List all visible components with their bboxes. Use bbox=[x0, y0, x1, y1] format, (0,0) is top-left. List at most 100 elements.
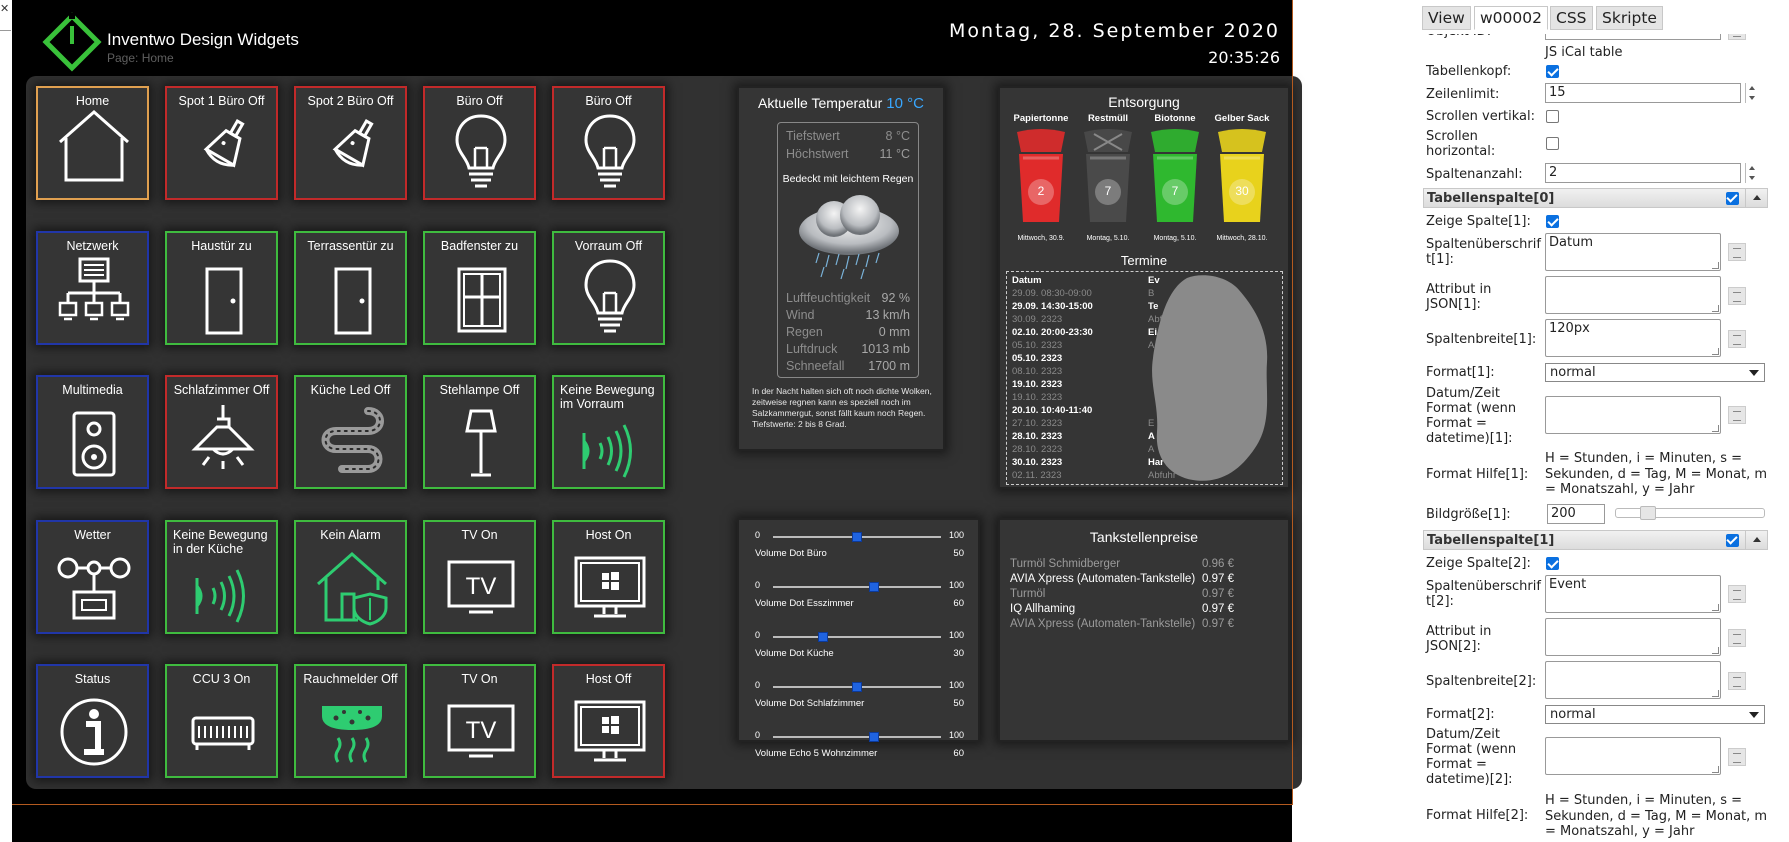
tile-buero2[interactable]: Büro Off bbox=[552, 86, 665, 200]
slider-handle[interactable] bbox=[818, 632, 829, 642]
section-enable-checkbox[interactable] bbox=[1726, 192, 1739, 205]
tile-bewegung-vorraum[interactable]: Keine Bewegung im Vorraum bbox=[552, 375, 665, 489]
tile-rauchmelder[interactable]: Rauchmelder Off bbox=[294, 664, 407, 778]
objekt-id-hint: JS iCal table bbox=[1545, 45, 1623, 60]
format-hilfe-2-label: Format Hilfe[2]: bbox=[1426, 808, 1529, 823]
spaltenbreite-2-input[interactable] bbox=[1545, 661, 1721, 699]
tile-alarm[interactable]: Kein Alarm bbox=[294, 520, 407, 634]
current-temperature: 10 °C bbox=[886, 95, 924, 112]
spaltenbreite-2-button[interactable] bbox=[1728, 672, 1746, 690]
tile-badfenster[interactable]: Badfenster zu bbox=[423, 231, 536, 345]
tile-bewegung-kueche[interactable]: Keine Bewegung in der Küche bbox=[165, 520, 278, 634]
spaltenbreite-1-input[interactable]: 120px bbox=[1545, 319, 1721, 357]
bildgroesse-1-input[interactable]: 200 bbox=[1547, 504, 1605, 524]
station-name: AVIA Xpress (Automaten-Tankstelle) bbox=[1010, 573, 1196, 585]
tile-wetter[interactable]: Wetter bbox=[36, 520, 149, 634]
tab-view[interactable]: View bbox=[1422, 6, 1471, 30]
zeilenlimit-spinner[interactable] bbox=[1745, 83, 1759, 103]
datetime-format-1-button[interactable] bbox=[1728, 406, 1746, 424]
section-tabellenspalte-0[interactable]: Tabellenspalte[0] bbox=[1423, 188, 1768, 208]
spaltenanzahl-label: Spaltenanzahl: bbox=[1426, 167, 1523, 182]
tile-netzwerk[interactable]: Netzwerk bbox=[36, 231, 149, 345]
attribut-1-input[interactable] bbox=[1545, 276, 1721, 314]
dashboard-canvas: Inventwo Design Widgets Page: Home Monta… bbox=[12, 0, 1302, 842]
tile-host1[interactable]: Host On bbox=[552, 520, 665, 634]
slider-handle[interactable] bbox=[852, 682, 862, 692]
min-temp-row: Tiefstwert 8 °C bbox=[786, 129, 910, 143]
tile-spot1[interactable]: Spot 1 Büro Off bbox=[165, 86, 278, 200]
tile-stehlampe[interactable]: Stehlampe Off bbox=[423, 375, 536, 489]
station-price: 0.97 € bbox=[1202, 603, 1234, 615]
format-hilfe-1-text: H = Stunden, i = Minuten, s = Sekunden, … bbox=[1545, 451, 1768, 497]
volume-max: 100 bbox=[948, 630, 964, 640]
attribut-1-button[interactable] bbox=[1728, 287, 1746, 305]
section-enable-checkbox[interactable] bbox=[1726, 534, 1739, 547]
tile-tv2[interactable]: TV On TV bbox=[423, 664, 536, 778]
slider-handle[interactable] bbox=[868, 732, 879, 742]
format-2-select[interactable]: normal bbox=[1545, 705, 1765, 724]
tile-host2[interactable]: Host Off bbox=[552, 664, 665, 778]
tile-tv1[interactable]: TV On TV bbox=[423, 520, 536, 634]
tile-vorraum[interactable]: Vorraum Off bbox=[552, 231, 665, 345]
volume-value: 50 bbox=[953, 548, 964, 559]
tile-schlafzimmer[interactable]: Schlafzimmer Off bbox=[165, 375, 278, 489]
time-display: 20:35:26 bbox=[1208, 48, 1280, 67]
min-temp-label: Tiefstwert bbox=[786, 129, 840, 143]
tab-skripte[interactable]: Skripte bbox=[1596, 6, 1663, 30]
section-tabellenspalte-1[interactable]: Tabellenspalte[1] bbox=[1423, 530, 1768, 550]
tab-widget[interactable]: w00002 bbox=[1474, 6, 1548, 30]
collapse-icon[interactable] bbox=[1745, 531, 1767, 549]
spaltenueberschrift-1-input[interactable]: Datum bbox=[1545, 233, 1721, 271]
tile-kueche-led[interactable]: Küche Led Off bbox=[294, 375, 407, 489]
collapse-icon[interactable] bbox=[1745, 189, 1767, 207]
row-date: 28.10. 2323 bbox=[1012, 444, 1063, 455]
tile-home[interactable]: Home bbox=[36, 86, 149, 200]
house-shield-icon bbox=[317, 551, 388, 626]
scroll-vertical-checkbox[interactable] bbox=[1546, 110, 1559, 123]
rain-label: Regen bbox=[786, 325, 823, 339]
datetime-format-2-button[interactable] bbox=[1728, 748, 1746, 766]
tile-haustuer[interactable]: Haustür zu bbox=[165, 231, 278, 345]
trash-bin-icon bbox=[1017, 129, 1065, 222]
scroll-horizontal-checkbox[interactable] bbox=[1546, 137, 1559, 150]
tile-spot2[interactable]: Spot 2 Büro Off bbox=[294, 86, 407, 200]
datetime-format-1-input[interactable] bbox=[1545, 396, 1721, 434]
close-icon[interactable]: ✕ bbox=[0, 2, 10, 16]
datetime-format-2-label: Datum/Zeit Format (wenn Format = datetim… bbox=[1426, 727, 1517, 787]
volume-max: 100 bbox=[948, 580, 964, 590]
slider-track[interactable] bbox=[773, 586, 941, 588]
slider-track[interactable] bbox=[773, 636, 941, 638]
bildgroesse-1-slider[interactable] bbox=[1615, 506, 1765, 520]
tile-multimedia[interactable]: Multimedia bbox=[36, 375, 149, 489]
station-price: 0.97 € bbox=[1202, 618, 1234, 630]
spaltenueberschrift-2-button[interactable] bbox=[1728, 585, 1746, 603]
tile-buero1[interactable]: Büro Off bbox=[423, 86, 536, 200]
attribut-2-button[interactable] bbox=[1728, 629, 1746, 647]
tile-terrasse[interactable]: Terrassentür zu bbox=[294, 231, 407, 345]
tile-status[interactable]: Status bbox=[36, 664, 149, 778]
row-date: 05.10. 2323 bbox=[1012, 340, 1063, 351]
datetime-format-2-input[interactable] bbox=[1545, 737, 1721, 775]
slider-track[interactable] bbox=[773, 736, 941, 738]
bin-date: Mittwoch, 30.9. bbox=[1017, 235, 1065, 242]
tab-css[interactable]: CSS bbox=[1550, 6, 1593, 30]
spaltenanzahl-input[interactable]: 2 bbox=[1545, 163, 1741, 183]
spaltenbreite-1-button[interactable] bbox=[1728, 330, 1746, 348]
appointments-table[interactable]: Datum Ev 29.09. 08:30-09:00 B 29.09. 14:30-1… bbox=[1006, 271, 1283, 485]
slider-handle[interactable] bbox=[852, 532, 862, 542]
slider-handle[interactable] bbox=[868, 582, 879, 592]
zeige-spalte-1-checkbox[interactable] bbox=[1546, 215, 1559, 228]
spaltenanzahl-spinner[interactable] bbox=[1745, 163, 1759, 183]
tabellenkopf-checkbox[interactable] bbox=[1546, 65, 1559, 78]
spaltenueberschrift-2-input[interactable]: Event bbox=[1545, 575, 1721, 613]
tile-ccu3[interactable]: CCU 3 On bbox=[165, 664, 278, 778]
slider-handle[interactable] bbox=[1640, 506, 1656, 520]
svg-text:TV: TV bbox=[466, 717, 497, 744]
zeilenlimit-input[interactable]: 15 bbox=[1545, 83, 1741, 103]
spaltenueberschrift-1-button[interactable] bbox=[1728, 243, 1746, 261]
zeige-spalte-2-checkbox[interactable] bbox=[1546, 557, 1559, 570]
attribut-2-input[interactable] bbox=[1545, 618, 1721, 656]
door-icon bbox=[205, 267, 243, 335]
row-date: 28.10. 2323 bbox=[1012, 431, 1063, 442]
format-1-select[interactable]: normal bbox=[1545, 363, 1765, 382]
